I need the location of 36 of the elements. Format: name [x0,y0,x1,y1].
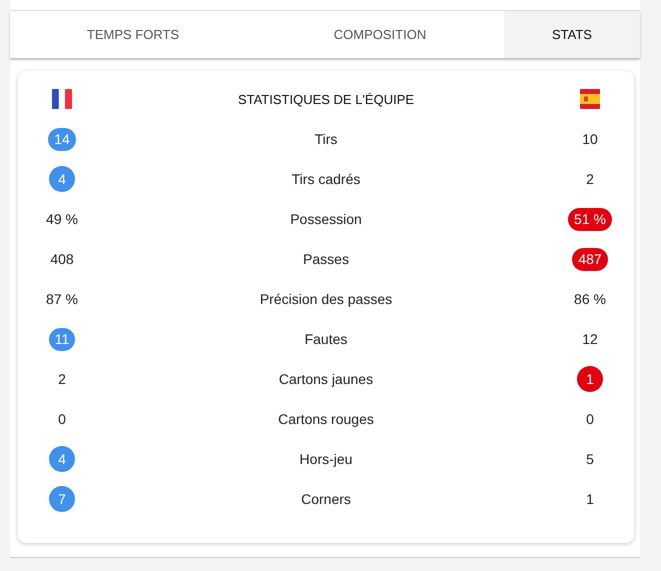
stat-label: Corners [301,491,351,507]
stat-label: Cartons rouges [278,411,374,427]
stat-value-badge: 1 [577,366,603,392]
stat-label: Hors-jeu [300,451,352,467]
stat-label: Précision des passes [260,291,392,307]
stat-label: Tirs [314,131,338,147]
stat-label: Passes [303,251,349,267]
tab[interactable]: STATS [504,11,640,58]
stat-value: 49 % [45,210,79,228]
stat-value: 86 % [573,290,607,308]
stat-value: 2 [585,170,595,188]
stat-value: 5 [585,450,595,468]
stat-value: 408 [49,250,75,268]
stat-value-badge: 4 [49,446,75,472]
stat-value-badge: 14 [48,128,76,150]
stat-value-badge: 7 [49,486,75,512]
flag-icon [580,89,600,109]
stat-label: Possession [290,211,362,227]
stat-value: 12 [581,330,599,348]
stat-label: Cartons jaunes [278,371,374,387]
tab[interactable]: TEMPS FORTS [10,11,256,58]
stat-label: Fautes [304,331,348,347]
stat-value-badge: 51 % [568,208,612,230]
stat-label: Tirs cadrés [292,171,360,187]
stat-value: 87 % [45,290,79,308]
section-title: STATISTIQUES DE L'ÉQUIPE [238,92,414,106]
stat-value: 1 [585,490,595,508]
stat-value: 0 [585,410,595,428]
stat-value-badge: 11 [48,328,76,350]
tab[interactable]: COMPOSITION [256,11,504,58]
stat-value: 10 [581,130,599,148]
stat-value: 0 [57,410,67,428]
stat-value: 2 [57,370,67,388]
flag-icon [52,89,72,109]
stat-value-badge: 487 [572,248,608,270]
stat-value-badge: 4 [49,166,75,192]
